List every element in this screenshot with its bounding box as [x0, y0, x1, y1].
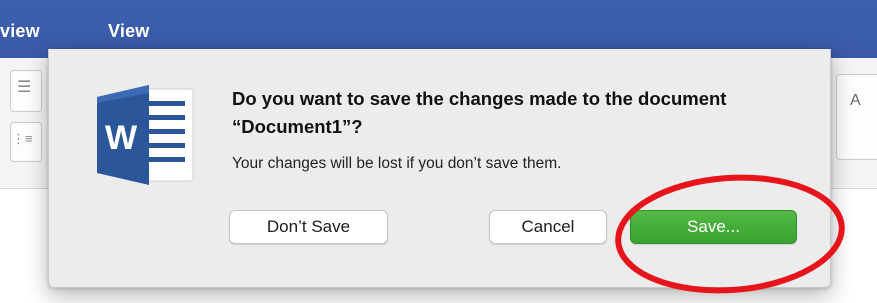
cancel-button[interactable]: Cancel [489, 210, 607, 244]
word-icon-letter: W [105, 119, 138, 157]
indent-icon: ⋮≡ [12, 131, 33, 146]
list-icon: ☰ [17, 79, 32, 96]
dialog-title: Do you want to save the changes made to … [232, 88, 727, 137]
word-icon: W [97, 85, 194, 185]
dont-save-button[interactable]: Don’t Save [229, 210, 388, 244]
tab-review[interactable]: view [0, 21, 40, 42]
styles-label: A [850, 92, 861, 109]
styles-button[interactable] [836, 74, 877, 160]
dialog-message: Your changes will be lost if you don’t s… [232, 155, 562, 172]
save-button[interactable]: Save... [630, 210, 797, 244]
tab-view[interactable]: View [108, 21, 150, 42]
